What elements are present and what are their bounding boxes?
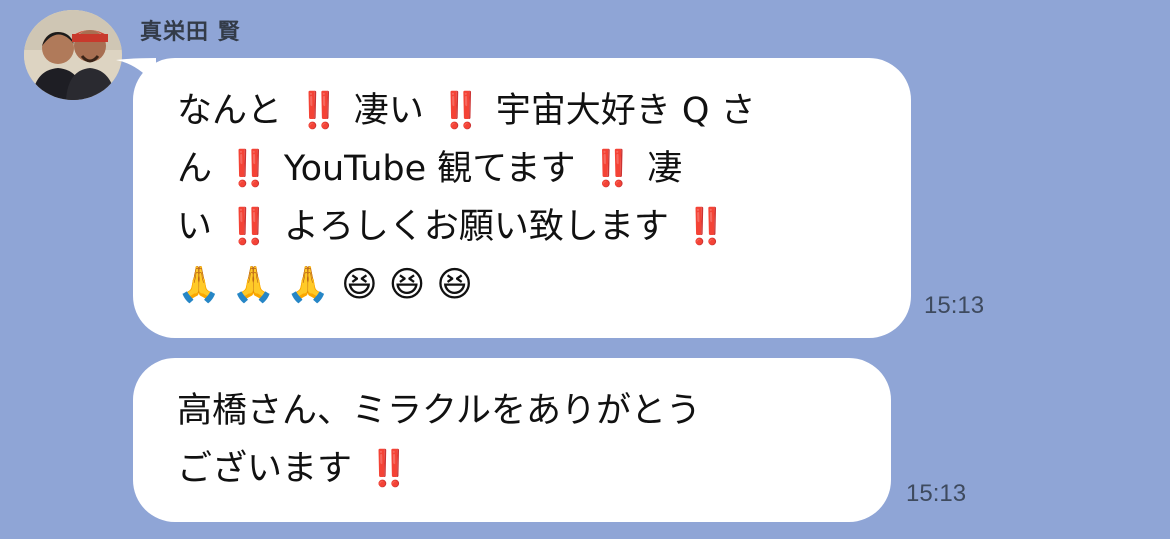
sender-avatar[interactable]	[24, 10, 122, 100]
double-exclamation-icon: ‼️	[367, 449, 411, 489]
double-exclamation-icon: ‼️	[439, 91, 483, 131]
message-2-line-2: ございます ‼️	[177, 449, 411, 489]
avatar-photo-icon	[24, 10, 122, 100]
message-1-timestamp: 15:13	[924, 292, 985, 319]
sender-name: 真栄田 賢	[140, 20, 241, 45]
double-exclamation-icon: ‼️	[227, 207, 271, 247]
message-bubble-1[interactable]: なんと ‼️ 凄い ‼️ 宇宙大好き Q さ ん ‼️ YouTube 観てます…	[133, 58, 911, 338]
chat-background: 真栄田 賢 なんと ‼️ 凄い ‼️ 宇宙大好き Q さ ん ‼️ YouTub…	[0, 0, 1170, 539]
double-exclamation-icon: ‼️	[297, 91, 341, 131]
double-exclamation-icon: ‼️	[227, 149, 271, 189]
message-1-line-2: ん ‼️ YouTube 観てます ‼️ 凄	[177, 149, 683, 189]
message-2-line-1: 高橋さん、ミラクルをありがとう	[177, 391, 701, 431]
message-1-line-4: 🙏 🙏 🙏 😆 😆 😆	[177, 265, 473, 305]
double-exclamation-icon: ‼️	[590, 149, 635, 189]
message-2-timestamp: 15:13	[906, 480, 967, 507]
message-1-line-3: い ‼️ よろしくお願い致します ‼️	[177, 207, 728, 247]
message-1-line-1: なんと ‼️ 凄い ‼️ 宇宙大好き Q さ	[177, 91, 756, 131]
message-bubble-2[interactable]: 高橋さん、ミラクルをありがとう ございます ‼️	[133, 358, 891, 522]
double-exclamation-icon: ‼️	[684, 207, 728, 247]
